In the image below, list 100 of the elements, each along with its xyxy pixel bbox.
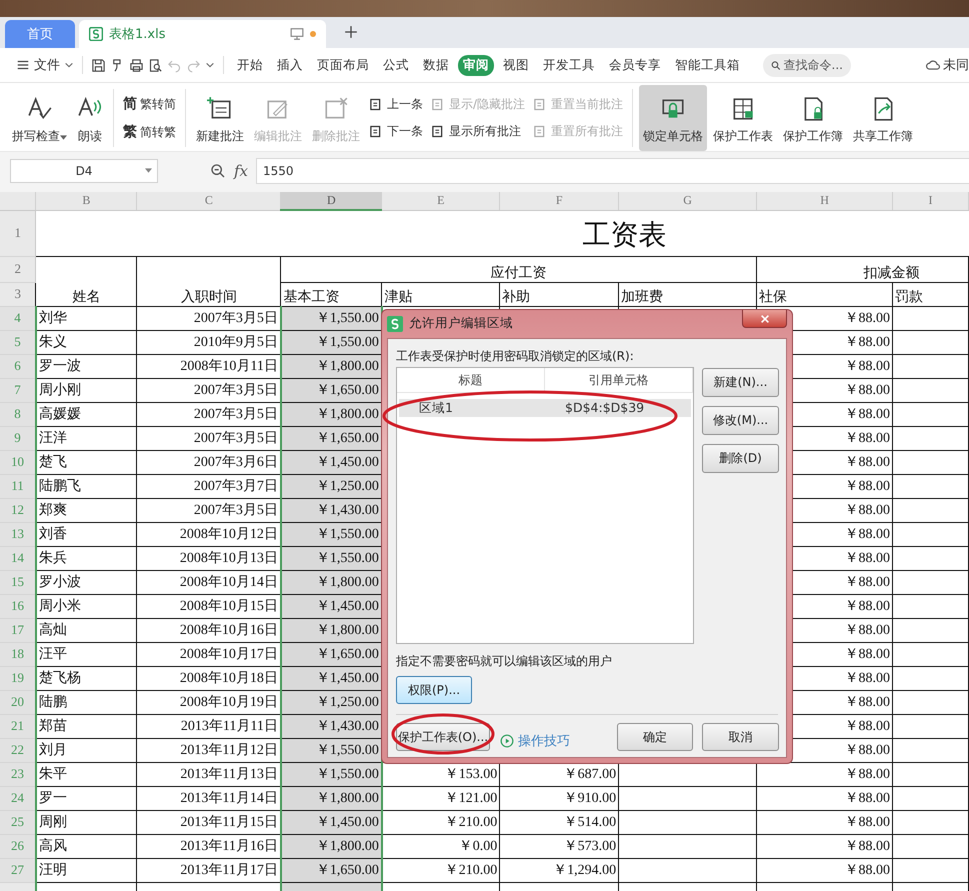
ribbon-tab[interactable]: 页面布局 bbox=[312, 54, 374, 76]
dialog-button[interactable]: 新建(N)... bbox=[702, 368, 779, 397]
column-header[interactable]: B bbox=[36, 192, 137, 210]
row-header[interactable]: 19 bbox=[0, 666, 36, 690]
table-cell: 高媛媛 bbox=[36, 402, 137, 426]
ribbon-button[interactable]: 下一条 bbox=[369, 123, 423, 140]
ribbon-button[interactable]: 新建批注 bbox=[192, 85, 248, 151]
dialog-button[interactable]: 修改(M)... bbox=[702, 406, 779, 435]
ribbon-button[interactable]: 保护工作簿 bbox=[779, 85, 848, 151]
row-header[interactable]: 15 bbox=[0, 570, 36, 594]
ribbon-tab[interactable]: 会员专享 bbox=[604, 54, 666, 76]
column-header[interactable]: E bbox=[382, 192, 500, 210]
ribbon-tab[interactable]: 审阅 bbox=[458, 54, 494, 76]
column-header[interactable]: H bbox=[756, 192, 892, 210]
table-cell: ￥210.00 bbox=[382, 810, 500, 834]
row-header[interactable]: 9 bbox=[0, 426, 36, 450]
ribbon-tab[interactable]: 智能工具箱 bbox=[670, 54, 745, 76]
row-header[interactable]: 23 bbox=[0, 762, 36, 786]
row-header[interactable]: 13 bbox=[0, 522, 36, 546]
row-header[interactable]: 4 bbox=[0, 306, 36, 330]
ribbon-button[interactable]: 拼写检查 bbox=[8, 85, 71, 151]
protect-sheet-button[interactable]: 保护工作表(O)... bbox=[396, 723, 490, 751]
ribbon-tab[interactable]: 公式 bbox=[378, 54, 414, 76]
row-header[interactable]: 21 bbox=[0, 714, 36, 738]
row-header[interactable]: 14 bbox=[0, 546, 36, 570]
row-header[interactable]: 8 bbox=[0, 402, 36, 426]
close-button[interactable] bbox=[742, 310, 787, 328]
ribbon-button[interactable]: 保护工作表 bbox=[709, 85, 778, 151]
row-header[interactable]: 11 bbox=[0, 474, 36, 498]
ribbon-button[interactable]: 锁定单元格 bbox=[639, 85, 708, 151]
column-header[interactable]: F bbox=[500, 192, 619, 210]
ribbon-button[interactable]: 上一条 bbox=[369, 96, 423, 113]
search-field[interactable]: 查找命令... bbox=[763, 54, 851, 76]
table-cell: ￥910.00 bbox=[500, 786, 619, 810]
ribbon-button[interactable]: 显示所有批注 bbox=[431, 123, 526, 140]
column-header[interactable]: C bbox=[136, 192, 281, 210]
dialog-title: 允许用户编辑区域 bbox=[409, 315, 513, 332]
document-tab[interactable]: 首页 bbox=[5, 20, 75, 48]
list-column-header[interactable]: 引用单元格 bbox=[545, 368, 693, 392]
table-cell: ￥1,800.00 bbox=[280, 570, 382, 594]
column-header[interactable]: D bbox=[280, 192, 382, 210]
plus-icon bbox=[344, 25, 358, 39]
table-cell: ￥1,650.00 bbox=[280, 426, 382, 450]
tips-link[interactable]: 操作技巧 bbox=[500, 732, 570, 750]
row-header[interactable]: 16 bbox=[0, 594, 36, 618]
list-column-header[interactable]: 标题 bbox=[397, 368, 545, 392]
formula-field[interactable]: 1550 bbox=[256, 158, 969, 184]
table-cell: ￥1,800.00 bbox=[280, 834, 382, 858]
row-header[interactable]: 22 bbox=[0, 738, 36, 762]
file-menu[interactable]: 文件 bbox=[34, 56, 60, 74]
table-cell: 刘月 bbox=[36, 738, 137, 762]
preview-icon bbox=[148, 58, 163, 72]
ribbon-tab[interactable]: 开发工具 bbox=[538, 54, 600, 76]
range-row[interactable]: 区域1 $D$4:$D$39 bbox=[399, 399, 691, 417]
ribbon-button[interactable]: 共享工作簿 bbox=[849, 85, 918, 151]
permissions-button[interactable]: 权限(P)... bbox=[396, 676, 472, 704]
row-header[interactable]: 25 bbox=[0, 810, 36, 834]
sheet-s-icon bbox=[387, 316, 403, 332]
name-box[interactable]: D4 bbox=[10, 159, 158, 183]
table-cell: 罗小波 bbox=[36, 570, 137, 594]
table-cell: 郑苗 bbox=[36, 714, 137, 738]
row-header[interactable]: 12 bbox=[0, 498, 36, 522]
ribbon-button[interactable]: 简 繁转简 bbox=[123, 95, 176, 113]
sync-status[interactable]: 未同 bbox=[943, 56, 969, 74]
ribbon-tab[interactable]: 视图 bbox=[498, 54, 534, 76]
cloud-icon bbox=[925, 58, 941, 72]
row-header[interactable]: 1 bbox=[0, 210, 36, 256]
table-cell: ￥1,550.00 bbox=[280, 522, 382, 546]
ribbon-button[interactable]: 繁 简转繁 bbox=[123, 123, 176, 141]
row-header[interactable]: 27 bbox=[0, 858, 36, 882]
row-header[interactable]: 5 bbox=[0, 330, 36, 354]
table-cell: ￥121.00 bbox=[382, 786, 500, 810]
row-header[interactable]: 2 bbox=[0, 256, 36, 282]
print-icon bbox=[129, 58, 144, 72]
ranges-list[interactable]: 标题 引用单元格 区域1 $D$4:$D$39 bbox=[396, 367, 694, 644]
column-header[interactable]: I bbox=[892, 192, 968, 210]
dialog-button[interactable]: 删除(D) bbox=[702, 444, 779, 473]
row-header[interactable]: 18 bbox=[0, 642, 36, 666]
table-cell: ￥1,550.00 bbox=[280, 546, 382, 570]
row-header[interactable]: 7 bbox=[0, 378, 36, 402]
row-header[interactable]: 10 bbox=[0, 450, 36, 474]
ribbon-tab[interactable]: 开始 bbox=[232, 54, 268, 76]
ribbon-button[interactable]: 朗读 bbox=[73, 85, 107, 151]
table-cell: ￥1,550.00 bbox=[280, 762, 382, 786]
function-label[interactable]: fx bbox=[234, 162, 248, 180]
cancel-button[interactable]: 取消 bbox=[702, 723, 779, 751]
document-tab[interactable]: 表格1.xls bbox=[79, 20, 326, 48]
row-header[interactable]: 6 bbox=[0, 354, 36, 378]
ribbon-tab[interactable]: 数据 bbox=[418, 54, 454, 76]
row-header[interactable]: 3 bbox=[0, 282, 36, 306]
table-cell: 周小刚 bbox=[36, 378, 137, 402]
row-header[interactable]: 17 bbox=[0, 618, 36, 642]
table-cell: ￥210.00 bbox=[382, 858, 500, 882]
table-cell: ￥1,800.00 bbox=[280, 786, 382, 810]
row-header[interactable]: 20 bbox=[0, 690, 36, 714]
row-header[interactable]: 24 bbox=[0, 786, 36, 810]
ribbon-tab[interactable]: 插入 bbox=[272, 54, 308, 76]
column-header[interactable]: G bbox=[618, 192, 757, 210]
ok-button[interactable]: 确定 bbox=[617, 723, 693, 751]
row-header[interactable]: 26 bbox=[0, 834, 36, 858]
